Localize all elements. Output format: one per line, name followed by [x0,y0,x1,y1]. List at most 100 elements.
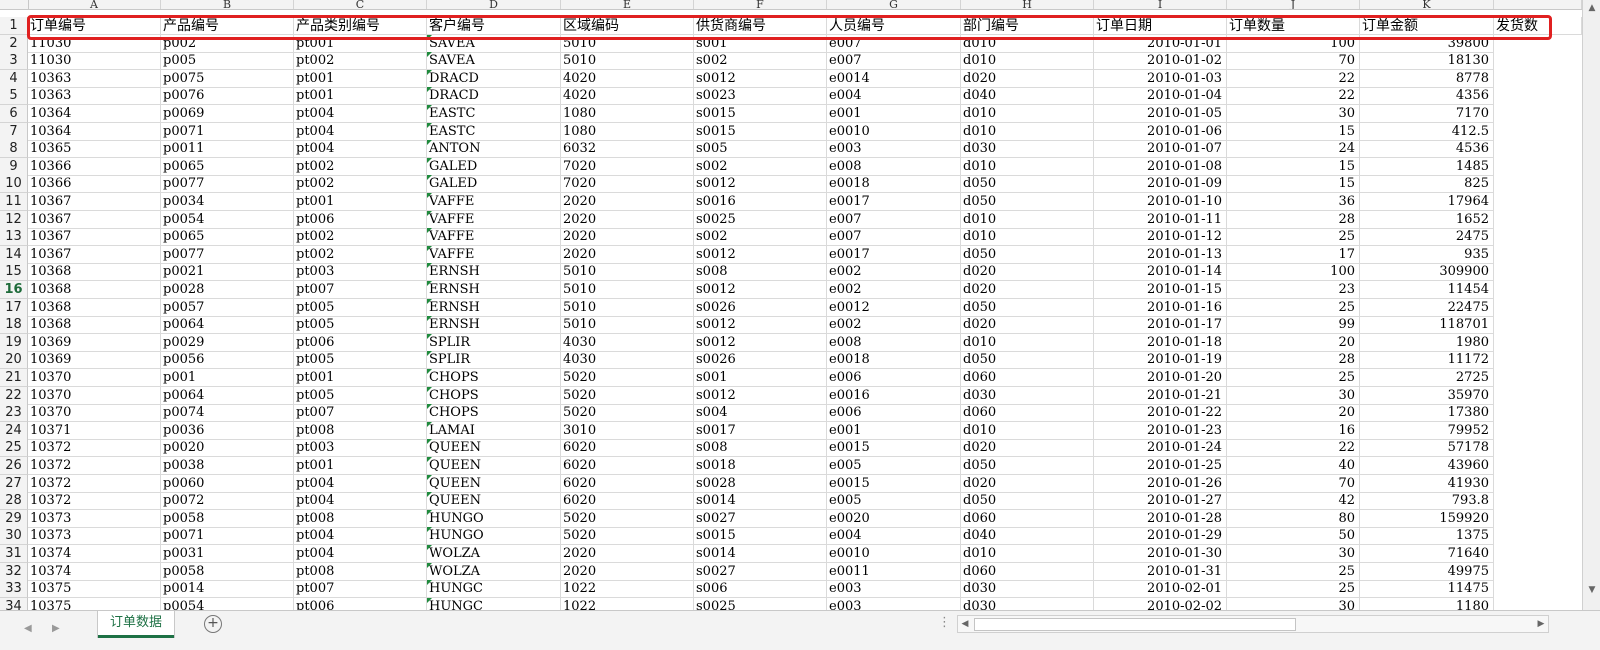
cell[interactable]: e008 [827,333,961,352]
cell[interactable]: s0017 [694,421,827,440]
cell[interactable]: ANTON [427,140,561,159]
cell[interactable]: e004 [827,527,961,546]
cell[interactable]: 20 [1227,404,1360,423]
cell[interactable]: 2010-01-30 [1094,545,1227,563]
cell[interactable]: 2020 [561,562,694,581]
cell[interactable]: p0020 [161,439,294,458]
cell[interactable]: s004 [694,404,827,423]
cell[interactable]: CHOPS [427,404,561,423]
cell[interactable]: 10368 [28,316,161,335]
cell[interactable]: EASTC [427,122,561,141]
cell[interactable]: 10363 [28,69,161,88]
cell[interactable]: d060 [961,509,1094,528]
cell[interactable]: 5020 [561,509,694,528]
cell[interactable]: 10374 [28,562,161,581]
cell[interactable]: s0016 [694,193,827,211]
cell[interactable]: 2020 [561,228,694,247]
cell[interactable]: 1080 [561,122,694,141]
cell[interactable]: 4020 [561,69,694,88]
row-number[interactable]: 27 [0,474,28,493]
cell[interactable]: s008 [694,439,827,458]
cell[interactable]: e005 [827,492,961,511]
cell[interactable]: 10367 [28,245,161,264]
cell[interactable]: 20 [1227,333,1360,352]
cell[interactable]: 42 [1227,492,1360,511]
cell[interactable]: p005 [161,52,294,71]
cell[interactable]: 5020 [561,386,694,405]
cell[interactable]: 2010-01-29 [1094,527,1227,546]
cell[interactable]: HUNGC [427,580,561,599]
cell[interactable]: p0069 [161,105,294,123]
cell[interactable]: HUNGO [427,509,561,528]
cell[interactable]: d010 [961,421,1094,440]
cell[interactable]: pt002 [294,245,427,264]
cell[interactable]: 15 [1227,122,1360,141]
cell[interactable]: s006 [694,580,827,599]
cell[interactable]: QUEEN [427,474,561,493]
cell[interactable]: 6020 [561,474,694,493]
cell[interactable]: 18130 [1360,52,1494,71]
cell[interactable]: p0054 [161,210,294,229]
cell[interactable]: GALED [427,175,561,194]
cell[interactable]: 2010-01-10 [1094,193,1227,211]
column-header-cell[interactable]: 订单日期 [1094,17,1227,35]
cell[interactable]: ERNSH [427,316,561,335]
row-number[interactable]: 13 [0,228,28,247]
cell[interactable]: s0018 [694,457,827,475]
cell[interactable]: pt001 [294,457,427,475]
row-number[interactable]: 7 [0,122,28,141]
cell[interactable]: 309900 [1360,263,1494,282]
cell[interactable]: e0015 [827,439,961,458]
cell[interactable]: p0074 [161,404,294,423]
row-number[interactable]: 11 [0,193,28,211]
cell[interactable]: d060 [961,562,1094,581]
cell[interactable]: d020 [961,281,1094,299]
cell[interactable]: s0012 [694,386,827,405]
cell[interactable]: 11030 [28,52,161,71]
cell[interactable]: 70 [1227,52,1360,71]
cell[interactable]: WOLZA [427,545,561,563]
cell[interactable]: LAMAI [427,421,561,440]
cell[interactable]: pt004 [294,122,427,141]
cell[interactable]: p0011 [161,140,294,159]
cell[interactable]: pt006 [294,333,427,352]
cell[interactable]: e0010 [827,545,961,563]
cell[interactable]: p0071 [161,122,294,141]
cell[interactable]: 10367 [28,210,161,229]
cell[interactable]: 5020 [561,369,694,387]
column-header-cell[interactable]: 区域编码 [561,17,694,35]
cell[interactable]: pt003 [294,263,427,282]
cell[interactable]: d020 [961,316,1094,335]
ellipsis-icon[interactable]: ⋮ [938,615,951,630]
cell[interactable]: e003 [827,140,961,159]
cell[interactable]: 10371 [28,421,161,440]
cell[interactable]: 28 [1227,351,1360,370]
row-number[interactable]: 1 [0,17,28,35]
column-header-cell[interactable]: 人员编号 [827,17,961,35]
cell[interactable]: pt004 [294,105,427,123]
cell[interactable]: p001 [161,369,294,387]
column-letter-H[interactable]: H [961,0,1094,9]
cell[interactable]: s001 [694,369,827,387]
cell[interactable]: 10375 [28,580,161,599]
column-header-cell[interactable]: 产品编号 [161,17,294,35]
cell[interactable]: d030 [961,140,1094,159]
cell[interactable]: s0026 [694,351,827,370]
cell[interactable]: 2010-01-01 [1094,34,1227,53]
cell[interactable]: 25 [1227,580,1360,599]
cell[interactable]: s0012 [694,175,827,194]
cell[interactable]: 25 [1227,369,1360,387]
cell[interactable]: 1980 [1360,333,1494,352]
row-number[interactable]: 2 [0,34,28,53]
cell[interactable]: 2475 [1360,228,1494,247]
cell[interactable]: 17 [1227,245,1360,264]
cell[interactable]: pt007 [294,404,427,423]
cell[interactable]: 118701 [1360,316,1494,335]
cell[interactable]: 2010-01-02 [1094,52,1227,71]
column-letter-F[interactable]: F [694,0,827,9]
scroll-right-arrow-icon[interactable]: ▶ [1534,616,1548,632]
cell[interactable]: 6020 [561,492,694,511]
cell[interactable]: e007 [827,210,961,229]
cell[interactable]: p0021 [161,263,294,282]
cell[interactable]: 2010-01-15 [1094,281,1227,299]
